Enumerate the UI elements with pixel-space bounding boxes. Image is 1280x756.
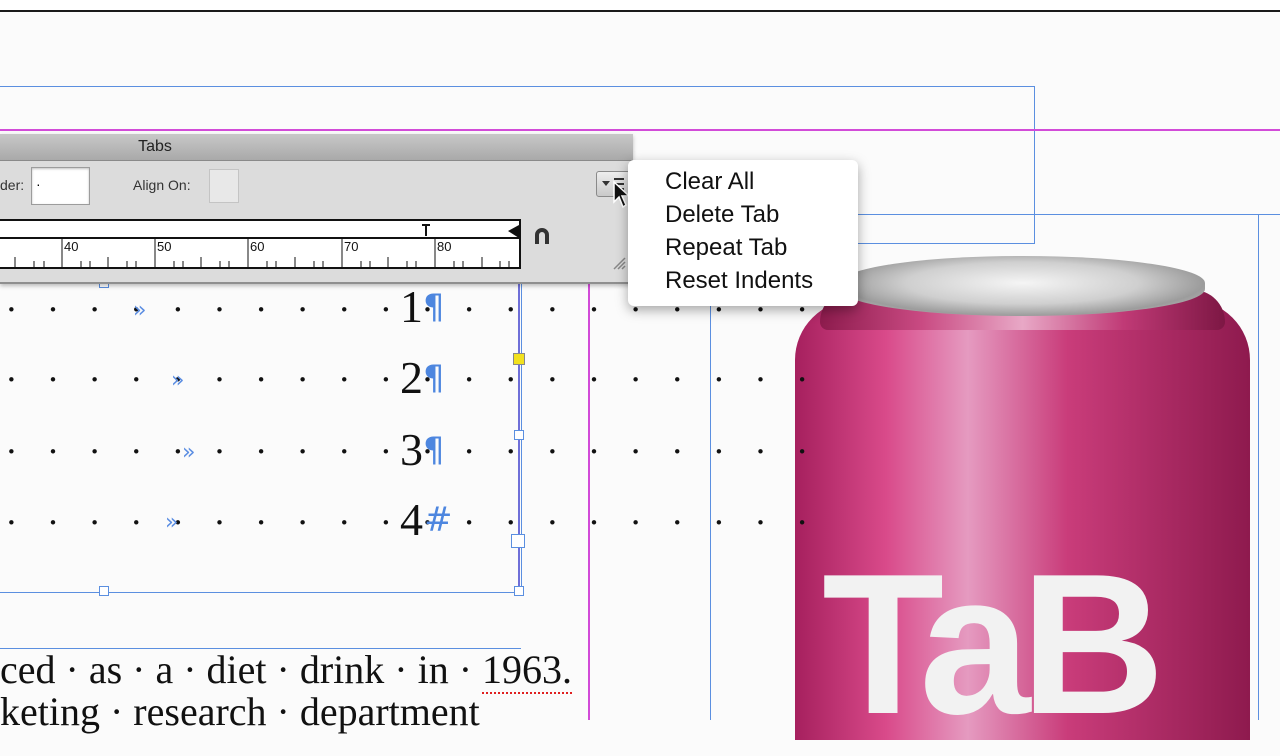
line-number: 2: [400, 352, 423, 403]
align-on-label: Align On:: [133, 177, 191, 193]
menu-item-repeat-tab[interactable]: Repeat Tab: [665, 234, 787, 262]
ruler-tick-label: 50: [157, 239, 172, 254]
ruler-tick-label: 80: [437, 239, 452, 254]
panel-title: Tabs: [138, 138, 172, 155]
ruler-tick-label: 70: [344, 239, 359, 254]
document-top-edge: [0, 0, 1280, 12]
image-frame-edge: [1258, 214, 1259, 720]
paragraph-mark: ¶: [423, 358, 445, 398]
line-number: 4: [400, 494, 423, 545]
ruler-tick-label: 40: [64, 239, 79, 254]
body-text-segment: ced · as · a · diet · drink · in ·: [0, 647, 483, 692]
column-guide-vertical: [588, 282, 590, 720]
ruler-tick-label: 60: [250, 239, 265, 254]
magnet-icon[interactable]: [532, 226, 552, 246]
can-logo-text: TaB: [822, 533, 1165, 756]
leader-value: ·: [36, 176, 41, 192]
tabs-panel[interactable]: Tabs der: · Align On: 40 50 60 70 80: [0, 134, 633, 284]
tab-marker: »: [171, 368, 185, 393]
soda-can-top: [840, 256, 1205, 316]
tab-marker: »: [133, 298, 147, 323]
panel-flyout-menu[interactable]: Clear All Delete Tab Repeat Tab Reset In…: [628, 160, 858, 306]
resize-grip-graphic: [613, 257, 626, 270]
tab-marker: »: [182, 440, 196, 465]
body-text-line: ced · as · a · diet · drink · in · 1963.: [0, 646, 573, 694]
frame-handle-bottom[interactable]: [99, 586, 109, 596]
line-number: 1: [400, 281, 423, 332]
margin-guide-right: [1034, 86, 1035, 244]
resize-grip-icon[interactable]: [612, 256, 626, 270]
paragraph-mark: ¶: [423, 287, 445, 327]
leader-label: der:: [0, 177, 25, 193]
guide-horizontal-right: [858, 214, 1280, 215]
column-guide-top: [0, 129, 1280, 131]
panel-title-bar[interactable]: Tabs: [0, 134, 633, 161]
end-of-story-mark: #: [424, 500, 453, 540]
frame-edge-horizontal: [858, 243, 1035, 244]
frame-handle-bottom-right[interactable]: [514, 586, 524, 596]
tab-marker: »: [165, 510, 179, 535]
body-text-line: keting · research · department: [0, 689, 480, 734]
spelling-error-word: 1963.: [482, 647, 573, 694]
paragraph-mark: ¶: [423, 430, 445, 470]
menu-item-reset-indents[interactable]: Reset Indents: [665, 267, 813, 295]
align-on-input[interactable]: [209, 169, 239, 203]
leader-input[interactable]: ·: [31, 167, 90, 205]
menu-item-clear-all[interactable]: Clear All: [665, 168, 754, 196]
line-number: 3: [400, 424, 423, 475]
margin-guide-top: [0, 86, 1035, 87]
magnet-icon-graphic: [535, 228, 549, 244]
tab-ruler[interactable]: 40 50 60 70 80: [0, 219, 521, 269]
menu-item-delete-tab[interactable]: Delete Tab: [665, 201, 779, 229]
